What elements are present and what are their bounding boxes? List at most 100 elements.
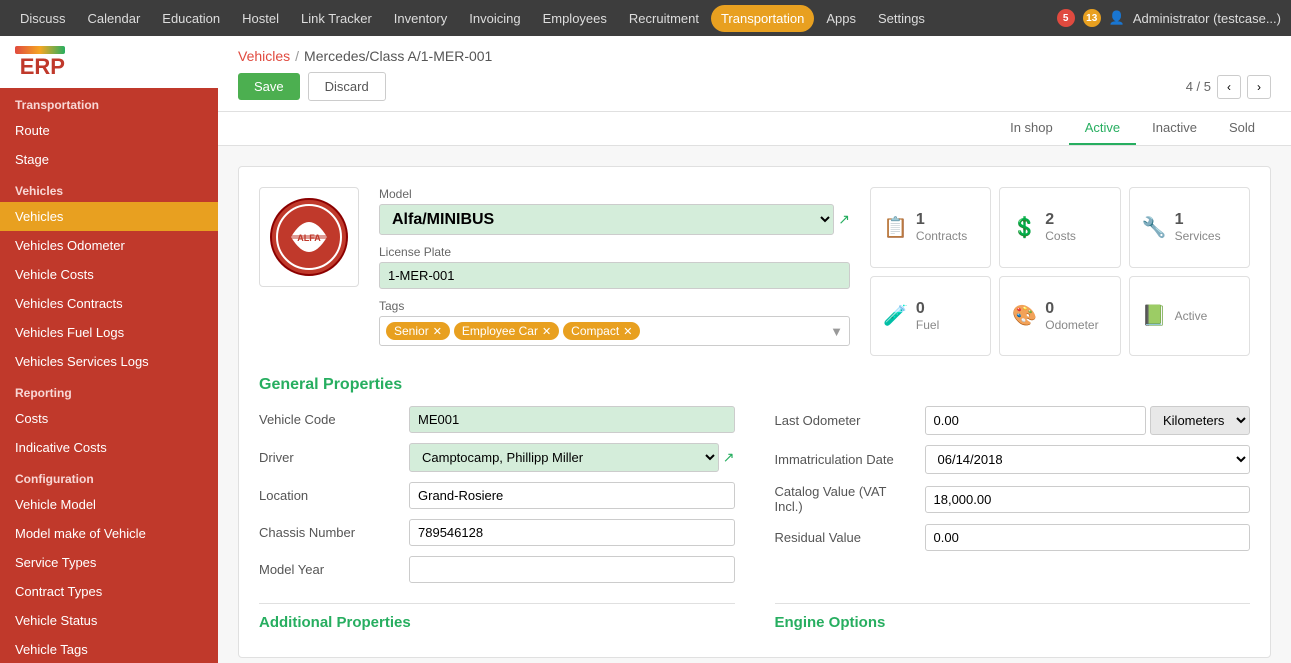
immatriculation-date-label: Immatriculation Date [775, 452, 915, 467]
stat-costs[interactable]: 💲 2 Costs [999, 187, 1120, 268]
prop-model-year: Model Year [259, 556, 735, 583]
catalog-value-input[interactable] [925, 486, 1251, 513]
model-select[interactable]: Alfa/MINIBUS [379, 204, 834, 235]
nav-employees[interactable]: Employees [533, 5, 617, 32]
props-left: Vehicle Code Driver Camptocamp, Phillipp… [259, 406, 735, 593]
license-plate-label: License Plate [379, 245, 850, 259]
fuel-info: 0 Fuel [916, 300, 939, 332]
services-num: 1 [1175, 211, 1221, 229]
immatriculation-date-select[interactable]: 06/14/2018 [925, 445, 1251, 474]
services-label: Services [1175, 229, 1221, 243]
status-tab-active[interactable]: Active [1069, 112, 1136, 145]
active-icon: 📗 [1142, 303, 1167, 328]
sidebar-item-contract-types[interactable]: Contract Types [0, 577, 218, 606]
status-tab-inactive[interactable]: Inactive [1136, 112, 1213, 145]
model-field-row: Model Alfa/MINIBUS ↗ [379, 187, 850, 235]
prop-residual-value: Residual Value [775, 524, 1251, 551]
top-nav-right: 5 13 👤 Administrator (testcase...) [1057, 9, 1281, 27]
sidebar-item-stage[interactable]: Stage [0, 145, 218, 174]
sidebar-item-vehicle-model[interactable]: Vehicle Model [0, 490, 218, 519]
toolbar: Save Discard 4 / 5 ‹ › [238, 72, 1271, 111]
save-button[interactable]: Save [238, 73, 300, 100]
sidebar-item-route[interactable]: Route [0, 116, 218, 145]
properties-grid: Vehicle Code Driver Camptocamp, Phillipp… [259, 406, 1250, 593]
stat-contracts[interactable]: 📋 1 Contracts [870, 187, 991, 268]
nav-calendar[interactable]: Calendar [78, 5, 151, 32]
stat-odometer[interactable]: 🎨 0 Odometer [999, 276, 1120, 357]
sidebar-item-service-types[interactable]: Service Types [0, 548, 218, 577]
sidebar-item-vehicles-contracts[interactable]: Vehicles Contracts [0, 289, 218, 318]
nav-inventory[interactable]: Inventory [384, 5, 457, 32]
license-plate-field-row: License Plate [379, 245, 850, 289]
odometer-num: 0 [1045, 300, 1098, 318]
services-info: 1 Services [1175, 211, 1221, 243]
sidebar-item-indicative-costs[interactable]: Indicative Costs [0, 433, 218, 462]
odometer-info: 0 Odometer [1045, 300, 1098, 332]
prev-button[interactable]: ‹ [1217, 75, 1241, 99]
next-button[interactable]: › [1247, 75, 1271, 99]
tags-field-row: Tags Senior ✕ Employee Car ✕ Compact ✕ ▼ [379, 299, 850, 346]
sidebar-item-costs[interactable]: Costs [0, 404, 218, 433]
odometer-unit-select[interactable]: Kilometers Miles [1150, 406, 1250, 435]
sidebar-item-vehicle-status[interactable]: Vehicle Status [0, 606, 218, 635]
nav-education[interactable]: Education [152, 5, 230, 32]
costs-info: 2 Costs [1045, 211, 1076, 243]
badge-discuss[interactable]: 5 [1057, 9, 1075, 27]
additional-properties-title: Additional Properties [259, 603, 735, 637]
stat-active[interactable]: 📗 Active [1129, 276, 1250, 357]
vehicle-code-input[interactable] [409, 406, 735, 433]
status-tabs: In shop Active Inactive Sold [218, 112, 1291, 146]
sidebar-item-model-make[interactable]: Model make of Vehicle [0, 519, 218, 548]
vehicle-logo: ALFA [259, 187, 359, 287]
footer-sections: Additional Properties Engine Options [259, 603, 1250, 637]
sidebar-item-vehicles[interactable]: Vehicles [0, 202, 218, 231]
nav-discuss[interactable]: Discuss [10, 5, 76, 32]
nav-hostel[interactable]: Hostel [232, 5, 289, 32]
prop-last-odometer: Last Odometer Kilometers Miles [775, 406, 1251, 435]
vehicle-card: ALFA Model Alfa/MINIBUS ↗ [238, 166, 1271, 658]
nav-transportation[interactable]: Transportation [711, 5, 814, 32]
nav-apps[interactable]: Apps [816, 5, 866, 32]
sidebar-item-vehicles-odometer[interactable]: Vehicles Odometer [0, 231, 218, 260]
model-external-link-icon[interactable]: ↗ [838, 211, 850, 228]
discard-button[interactable]: Discard [308, 72, 386, 101]
status-tab-in-shop[interactable]: In shop [994, 112, 1069, 145]
badge-messages[interactable]: 13 [1083, 9, 1101, 27]
location-input[interactable] [409, 482, 735, 509]
last-odometer-input[interactable] [925, 406, 1147, 435]
residual-value-input[interactable] [925, 524, 1251, 551]
prop-location: Location [259, 482, 735, 509]
nav-recruitment[interactable]: Recruitment [619, 5, 709, 32]
sidebar-item-vehicle-tags[interactable]: Vehicle Tags [0, 635, 218, 663]
chassis-label: Chassis Number [259, 525, 399, 540]
sidebar-item-vehicles-services-logs[interactable]: Vehicles Services Logs [0, 347, 218, 376]
status-tab-sold[interactable]: Sold [1213, 112, 1271, 145]
model-label: Model [379, 187, 850, 201]
user-label[interactable]: Administrator (testcase...) [1133, 11, 1281, 26]
stat-services[interactable]: 🔧 1 Services [1129, 187, 1250, 268]
sidebar-item-vehicles-fuel-logs[interactable]: Vehicles Fuel Logs [0, 318, 218, 347]
nav-settings[interactable]: Settings [868, 5, 935, 32]
sidebar-logo: ERP [0, 36, 218, 88]
props-right: Last Odometer Kilometers Miles Immatricu… [775, 406, 1251, 593]
services-icon: 🔧 [1142, 215, 1167, 240]
sidebar-item-vehicle-costs[interactable]: Vehicle Costs [0, 260, 218, 289]
location-label: Location [259, 488, 399, 503]
tags-field[interactable]: Senior ✕ Employee Car ✕ Compact ✕ ▼ [379, 316, 850, 346]
model-year-input[interactable] [409, 556, 735, 583]
tag-employee-car-remove[interactable]: ✕ [542, 325, 551, 338]
driver-select[interactable]: Camptocamp, Phillipp Miller [409, 443, 719, 472]
general-properties-title: General Properties [259, 376, 1250, 394]
driver-external-link-icon[interactable]: ↗ [723, 449, 735, 466]
vehicle-code-label: Vehicle Code [259, 412, 399, 427]
chassis-input[interactable] [409, 519, 735, 546]
nav-invoicing[interactable]: Invoicing [459, 5, 530, 32]
nav-link-tracker[interactable]: Link Tracker [291, 5, 382, 32]
tag-compact-remove[interactable]: ✕ [623, 325, 632, 338]
stat-fuel[interactable]: 🧪 0 Fuel [870, 276, 991, 357]
tags-dropdown-icon[interactable]: ▼ [830, 324, 843, 339]
costs-icon: 💲 [1012, 215, 1037, 240]
tag-senior-remove[interactable]: ✕ [433, 325, 442, 338]
breadcrumb-parent[interactable]: Vehicles [238, 48, 290, 64]
license-plate-input[interactable] [379, 262, 850, 289]
